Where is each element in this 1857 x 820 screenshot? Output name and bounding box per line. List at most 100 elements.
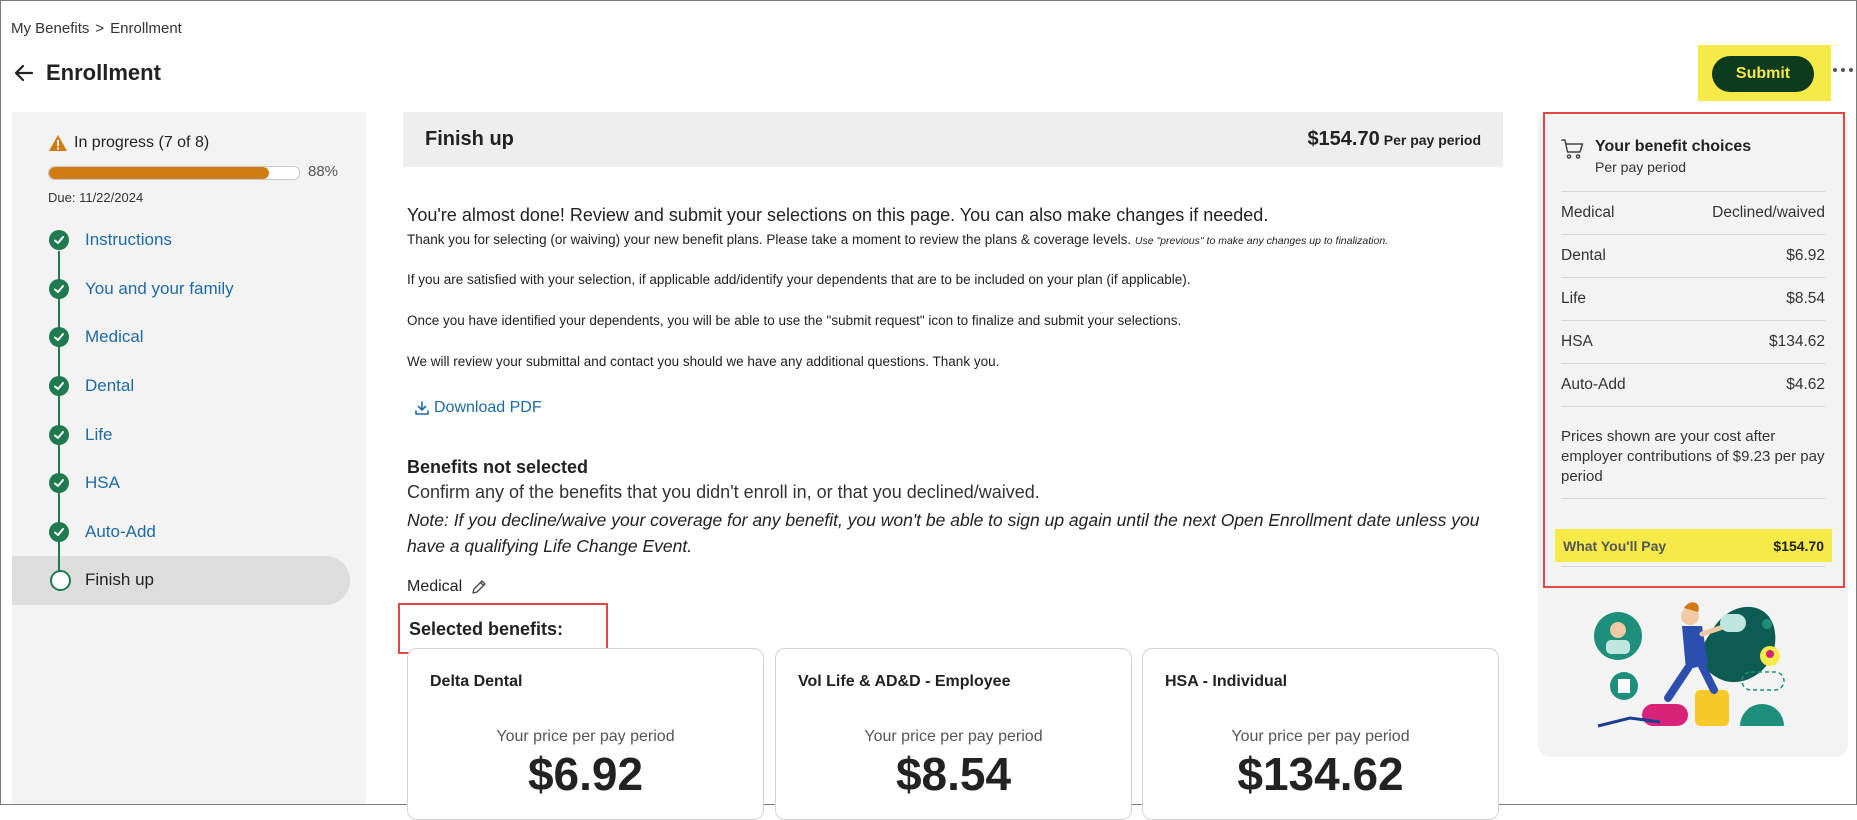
benefit-card-price: $8.54 [895,748,1012,800]
download-pdf-link[interactable]: Download PDF [414,399,542,417]
total-pay-value: $154.70 [1773,537,1824,554]
choice-row-life: Life $8.54 [1561,277,1825,320]
choice-row-hsa: HSA $134.62 [1561,320,1825,363]
choice-name: Dental [1561,247,1606,264]
step-life[interactable]: Life [12,396,366,459]
total-pay-label: What You'll Pay [1563,537,1667,554]
step-label: You and your family [85,278,234,298]
more-options-icon[interactable] [1832,65,1854,75]
step-label: Finish up [85,570,154,590]
choice-name: Life [1561,290,1586,307]
finish-up-header: Finish up $154.70 Per pay period [403,112,1503,167]
benefit-choices-list: Medical Declined/waived Dental $6.92 Life $… [1561,191,1825,407]
intro-p1-hint: Use "previous" to make any changes up to… [1134,235,1389,247]
choice-value: $134.62 [1768,333,1825,350]
selected-benefits-callout: Selected benefits: [398,603,608,654]
benefit-choices-title: Your benefit choices [1595,138,1752,155]
breadcrumb-home[interactable]: My Benefits [11,20,89,37]
benefit-card-price-label: Your price per pay period [496,728,675,745]
step-label: Medical [85,327,144,347]
decorative-illustration [1594,602,1785,728]
step-label: HSA [85,473,120,493]
step-dental[interactable]: Dental [12,347,366,411]
step-you-and-family[interactable]: You and your family [12,250,366,314]
progress-percent: 88% [308,163,339,180]
intro-paragraph-4: We will review your submittal and contac… [407,354,1000,369]
step-instructions[interactable]: Instructions [12,216,366,265]
due-date: Due: 11/22/2024 [48,190,144,205]
step-label: Instructions [85,230,172,250]
benefits-not-selected-note: Note: If you decline/waive your coverage… [407,510,1480,556]
choice-row-dental: Dental $6.92 [1561,234,1825,277]
benefits-not-selected-title: Benefits not selected [407,457,589,477]
enrollment-sidebar: In progress (7 of 8) 88% Due: 11/22/2024… [12,112,366,804]
choice-row-medical: Medical Declined/waived [1561,191,1825,234]
warning-icon [49,135,67,151]
check-icon [49,424,69,445]
intro-text: You're almost done! Review and submit yo… [407,205,1507,247]
benefit-card-price: $134.62 [1237,748,1404,800]
total-pay-row: What You'll Pay $154.70 [1555,529,1832,562]
check-icon [49,521,69,542]
not-selected-item-label: Medical [407,578,463,595]
benefit-card-price: $6.92 [527,748,644,800]
choice-row-auto-add: Auto-Add $4.62 [1561,363,1825,407]
benefit-card-name: HSA - Individual [1165,673,1288,690]
page-title: Enrollment [46,60,161,85]
download-pdf-label: Download PDF [434,399,542,416]
benefit-card-life[interactable]: Vol Life & AD&D - Employee Your price pe… [775,648,1132,820]
step-medical[interactable]: Medical [12,299,366,362]
finish-up-amount: $154.70 Per pay period [1307,128,1481,151]
choice-name: HSA [1561,333,1593,350]
pencil-edit-icon[interactable] [470,578,488,596]
benefit-choices-callout: Your benefit choices Per pay period Medi… [1543,112,1845,588]
progress-bar [48,166,300,180]
breadcrumb-current: Enrollment [110,20,182,37]
download-icon [415,401,429,415]
step-finish-up[interactable]: Finish up [12,542,350,605]
step-list: Instructions You and your family Medical… [12,216,366,605]
benefit-card-name: Delta Dental [430,673,523,690]
intro-lead: You're almost done! Review and submit yo… [407,205,1269,225]
divider [1561,498,1825,499]
breadcrumb: My Benefits > Enrollment [11,20,188,37]
breadcrumb-separator: > [95,20,105,37]
choice-value: $6.92 [1786,247,1825,264]
choice-value: $4.62 [1786,376,1825,393]
step-label: Dental [85,376,135,396]
submit-button[interactable]: Submit [1712,56,1814,92]
choice-name: Auto-Add [1561,376,1626,393]
progress-bar-fill [49,167,269,179]
not-selected-item-medical: Medical [407,578,488,596]
check-icon [49,376,69,397]
benefit-card-dental[interactable]: Delta Dental Your price per pay period $… [407,648,764,820]
step-hsa[interactable]: HSA [12,444,366,508]
check-icon [49,327,69,348]
finish-amount-value: $154.70 [1307,128,1380,150]
divider [1561,566,1825,567]
benefit-card-price-label: Your price per pay period [864,728,1043,745]
page-header: Enrollment [12,60,161,86]
check-icon [49,278,69,299]
benefit-card-price-label: Your price per pay period [1231,728,1410,745]
step-label: Life [85,424,113,444]
step-label: Auto-Add [85,521,156,541]
progress-status-text: In progress (7 of 8) [74,134,210,151]
benefits-not-selected-subtitle: Confirm any of the benefits that you did… [407,482,1040,502]
intro-p1-text: Thank you for selecting (or waiving) you… [407,232,1132,247]
benefit-choices-subtitle: Per pay period [1595,159,1687,175]
finish-up-title: Finish up [425,128,514,150]
check-icon [49,230,69,251]
benefit-card-hsa[interactable]: HSA - Individual Your price per pay peri… [1142,648,1499,820]
finish-amount-per: Per pay period [1383,132,1481,148]
choice-value: $8.54 [1786,290,1825,307]
choice-name: Medical [1561,204,1615,221]
choice-value: Declined/waived [1712,204,1825,221]
step-auto-add[interactable]: Auto-Add [12,493,366,557]
progress-status: In progress (7 of 8) [48,134,209,152]
intro-paragraph-2: If you are satisfied with your selection… [407,272,1191,287]
submit-highlight: Submit [1698,45,1831,101]
current-step-circle-icon [50,569,71,591]
back-arrow-icon[interactable] [12,61,36,85]
employer-contribution-note: Prices shown are your cost after employe… [1561,428,1825,485]
